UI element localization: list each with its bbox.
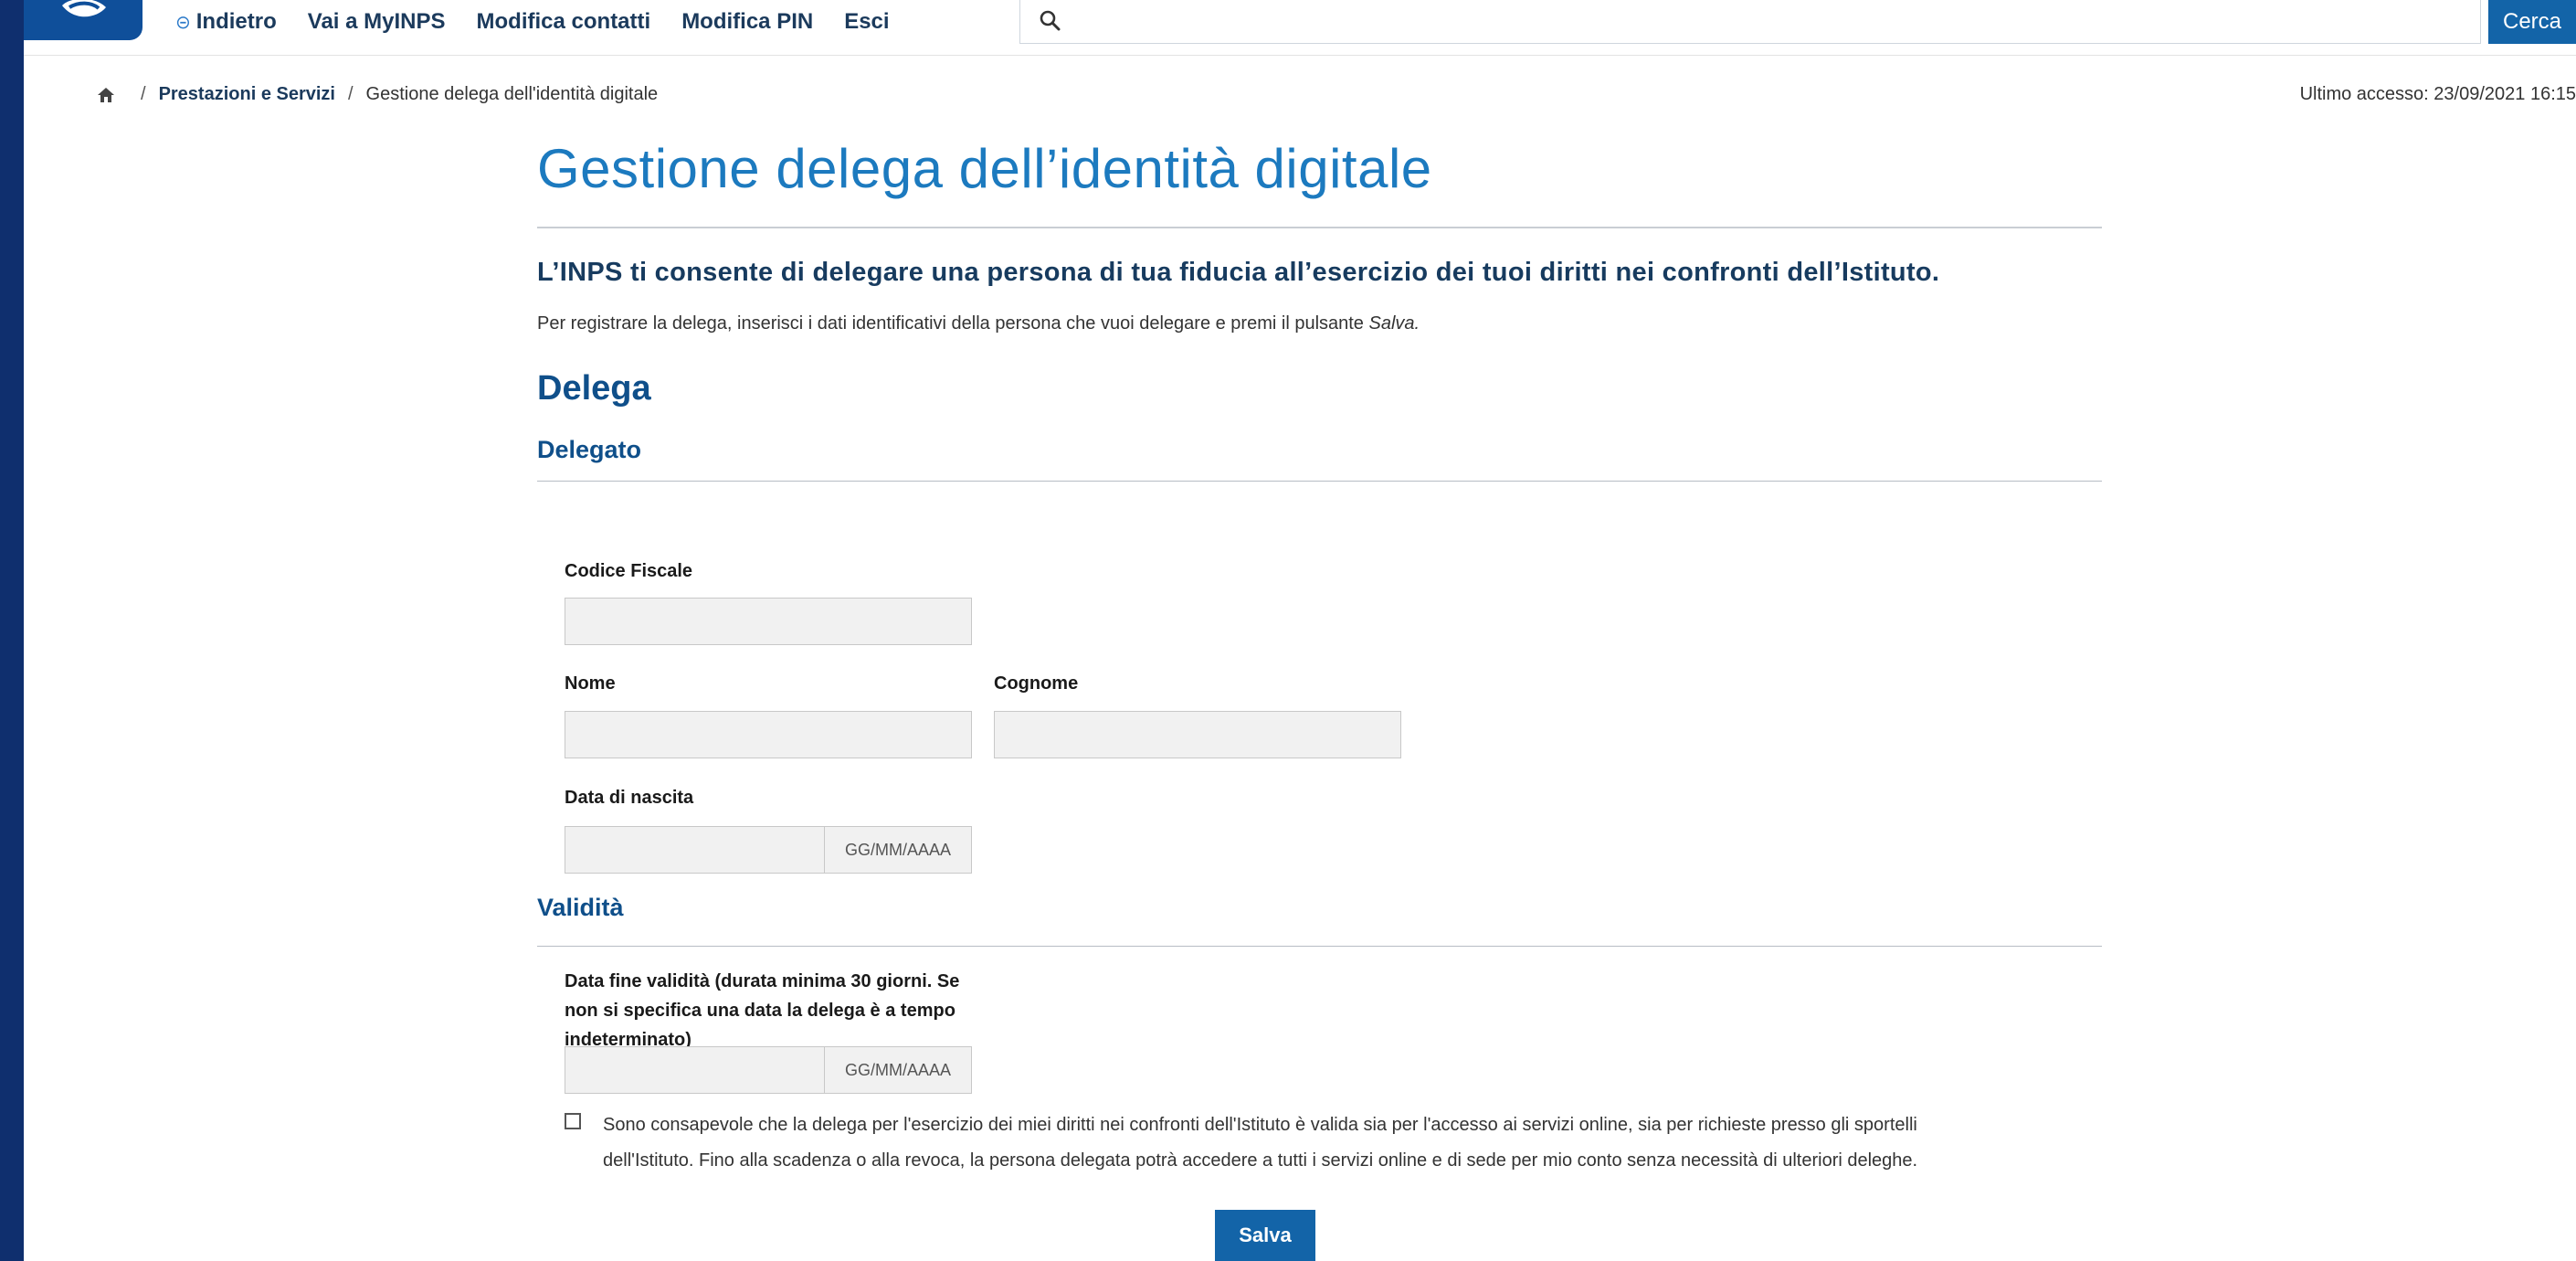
- validita-heading: Validità: [537, 894, 624, 921]
- nome-label: Nome: [565, 673, 616, 694]
- codice-fiscale-input[interactable]: [565, 599, 971, 644]
- consent-text: Sono consapevole che la delega per l'ese…: [603, 1115, 1918, 1171]
- top-bar: ⊝ Indietro Vai a MyINPS Modifica contatt…: [24, 0, 2576, 56]
- delegato-divider: [537, 481, 2102, 482]
- intro-text-body: Per registrare la delega, inserisci i da…: [537, 313, 1369, 334]
- main-content: Gestione delega dell’identità digitale L…: [537, 128, 2102, 1261]
- page: ⊝ Indietro Vai a MyINPS Modifica contatt…: [24, 0, 2576, 1261]
- codice-fiscale-field: [565, 598, 972, 645]
- exit-link[interactable]: Esci: [844, 9, 889, 35]
- breadcrumb-prestazioni-link[interactable]: Prestazioni e Servizi: [159, 84, 335, 105]
- breadcrumb: / Prestazioni e Servizi / Gestione deleg…: [97, 84, 658, 105]
- title-divider: [537, 227, 2102, 228]
- back-label: Indietro: [195, 9, 277, 34]
- consent-row: Sono consapevole che la delega per l'ese…: [565, 1107, 2026, 1179]
- breadcrumb-separator: /: [141, 84, 146, 104]
- cognome-field: [994, 711, 1401, 758]
- cognome-label: Cognome: [994, 673, 1079, 694]
- back-link[interactable]: ⊝ Indietro: [175, 9, 277, 35]
- home-icon[interactable]: [97, 87, 115, 103]
- page-subtitle: L’INPS ti consente di delegare una perso…: [537, 258, 1940, 287]
- search-input[interactable]: [1079, 5, 2453, 38]
- page-title: Gestione delega dell’identità digitale: [537, 138, 1432, 199]
- consent-checkbox[interactable]: [565, 1113, 581, 1129]
- inps-logo[interactable]: [24, 0, 143, 40]
- search-bar: [1019, 0, 2481, 44]
- breadcrumb-current: Gestione delega dell'identità digitale: [365, 84, 659, 104]
- codice-fiscale-label: Codice Fiscale: [565, 561, 693, 581]
- edit-contacts-link[interactable]: Modifica contatti: [477, 9, 651, 35]
- data-fine-validita-label: Data fine validità (durata minima 30 gio…: [565, 971, 960, 1050]
- search-icon: [1040, 10, 1061, 31]
- delegato-heading: Delegato: [537, 436, 642, 463]
- validita-divider: [537, 946, 2102, 947]
- data-nascita-field: GG/MM/AAAA: [565, 826, 972, 874]
- data-fine-validita-field: GG/MM/AAAA: [565, 1046, 972, 1094]
- date-format-hint: GG/MM/AAAA: [824, 827, 971, 873]
- delega-section-title: Delega: [537, 369, 651, 408]
- main-nav: ⊝ Indietro Vai a MyINPS Modifica contatt…: [175, 9, 921, 35]
- nome-input[interactable]: [565, 712, 971, 758]
- nome-field: [565, 711, 972, 758]
- save-button[interactable]: Salva: [1215, 1210, 1315, 1261]
- search-button[interactable]: Cerca: [2488, 0, 2576, 44]
- intro-text-save-word: Salva.: [1368, 313, 1420, 334]
- screen-frame: ⊝ Indietro Vai a MyINPS Modifica contatt…: [0, 0, 2576, 1261]
- intro-text: Per registrare la delega, inserisci i da…: [537, 313, 2102, 334]
- last-access-info: Ultimo accesso: 23/09/2021 16:15: [2299, 84, 2576, 104]
- data-fine-validita-input[interactable]: [565, 1047, 824, 1093]
- cognome-input[interactable]: [995, 712, 1400, 758]
- breadcrumb-separator: /: [347, 84, 354, 104]
- circle-arrow-left-icon: ⊝: [175, 12, 191, 33]
- data-nascita-input[interactable]: [565, 827, 824, 873]
- logo-mark-icon: [62, 0, 106, 17]
- edit-pin-link[interactable]: Modifica PIN: [681, 9, 813, 35]
- date-format-hint: GG/MM/AAAA: [824, 1047, 971, 1093]
- myinps-link[interactable]: Vai a MyINPS: [308, 9, 446, 35]
- data-nascita-label: Data di nascita: [565, 788, 694, 808]
